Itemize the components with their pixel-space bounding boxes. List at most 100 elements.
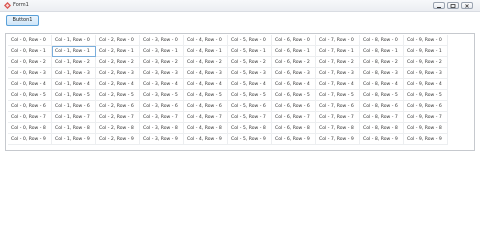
grid-cell[interactable]: Col - 2, Row - 4	[96, 79, 140, 90]
grid-cell[interactable]: Col - 0, Row - 1	[8, 46, 52, 57]
grid-cell[interactable]: Col - 7, Row - 2	[316, 57, 360, 68]
grid-cell[interactable]: Col - 9, Row - 6	[404, 101, 448, 112]
grid-cell[interactable]: Col - 4, Row - 0	[184, 35, 228, 46]
grid-cell[interactable]: Col - 2, Row - 1	[96, 46, 140, 57]
grid-cell[interactable]: Col - 5, Row - 2	[228, 57, 272, 68]
grid-cell[interactable]: Col - 3, Row - 5	[140, 90, 184, 101]
grid-cell[interactable]: Col - 8, Row - 6	[360, 101, 404, 112]
grid-cell[interactable]: Col - 6, Row - 9	[272, 134, 316, 145]
grid-cell[interactable]: Col - 7, Row - 7	[316, 112, 360, 123]
grid-cell[interactable]: Col - 8, Row - 3	[360, 68, 404, 79]
grid-cell[interactable]: Col - 1, Row - 3	[52, 68, 96, 79]
grid-cell[interactable]: Col - 1, Row - 0	[52, 35, 96, 46]
grid-cell[interactable]: Col - 5, Row - 8	[228, 123, 272, 134]
grid-cell[interactable]: Col - 0, Row - 0	[8, 35, 52, 46]
grid-cell[interactable]: Col - 9, Row - 2	[404, 57, 448, 68]
grid-cell[interactable]: Col - 4, Row - 6	[184, 101, 228, 112]
grid-cell[interactable]: Col - 0, Row - 7	[8, 112, 52, 123]
grid-cell[interactable]: Col - 7, Row - 6	[316, 101, 360, 112]
close-button[interactable]	[461, 2, 473, 9]
grid-cell[interactable]: Col - 9, Row - 3	[404, 68, 448, 79]
grid-cell[interactable]: Col - 2, Row - 7	[96, 112, 140, 123]
grid-cell[interactable]: Col - 3, Row - 2	[140, 57, 184, 68]
grid-cell[interactable]: Col - 4, Row - 1	[184, 46, 228, 57]
grid-cell[interactable]: Col - 0, Row - 8	[8, 123, 52, 134]
grid-cell[interactable]: Col - 9, Row - 9	[404, 134, 448, 145]
grid-cell[interactable]: Col - 1, Row - 2	[52, 57, 96, 68]
button1[interactable]: Button1	[6, 15, 39, 26]
grid-cell[interactable]: Col - 7, Row - 4	[316, 79, 360, 90]
grid-cell[interactable]: Col - 1, Row - 7	[52, 112, 96, 123]
grid-cell[interactable]: Col - 3, Row - 6	[140, 101, 184, 112]
grid-cell[interactable]: Col - 5, Row - 7	[228, 112, 272, 123]
grid-cell[interactable]: Col - 2, Row - 2	[96, 57, 140, 68]
grid-cell[interactable]: Col - 1, Row - 6	[52, 101, 96, 112]
grid-cell[interactable]: Col - 3, Row - 4	[140, 79, 184, 90]
grid-cell[interactable]: Col - 3, Row - 0	[140, 35, 184, 46]
grid-cell[interactable]: Col - 5, Row - 3	[228, 68, 272, 79]
grid-cell[interactable]: Col - 9, Row - 0	[404, 35, 448, 46]
grid-cell[interactable]: Col - 5, Row - 9	[228, 134, 272, 145]
grid-cell[interactable]: Col - 8, Row - 7	[360, 112, 404, 123]
grid-cell[interactable]: Col - 9, Row - 5	[404, 90, 448, 101]
grid-cell[interactable]: Col - 2, Row - 6	[96, 101, 140, 112]
grid-cell[interactable]: Col - 1, Row - 5	[52, 90, 96, 101]
maximize-button[interactable]	[447, 2, 459, 9]
grid-cell[interactable]: Col - 1, Row - 4	[52, 79, 96, 90]
grid-cell[interactable]: Col - 5, Row - 4	[228, 79, 272, 90]
grid-cell[interactable]: Col - 0, Row - 6	[8, 101, 52, 112]
grid-cell[interactable]: Col - 8, Row - 5	[360, 90, 404, 101]
data-grid[interactable]: Col - 0, Row - 0 Col - 1, Row - 0 Col - 2,…	[5, 33, 475, 151]
grid-cell[interactable]: Col - 9, Row - 4	[404, 79, 448, 90]
grid-cell[interactable]: Col - 4, Row - 8	[184, 123, 228, 134]
grid-cell[interactable]: Col - 6, Row - 1	[272, 46, 316, 57]
grid-cell[interactable]: Col - 8, Row - 9	[360, 134, 404, 145]
grid-cell[interactable]: Col - 6, Row - 2	[272, 57, 316, 68]
grid-cell[interactable]: Col - 9, Row - 1	[404, 46, 448, 57]
grid-cell[interactable]: Col - 1, Row - 1	[52, 46, 96, 57]
grid-cell[interactable]: Col - 5, Row - 1	[228, 46, 272, 57]
grid-cell[interactable]: Col - 3, Row - 3	[140, 68, 184, 79]
grid-cell[interactable]: Col - 4, Row - 4	[184, 79, 228, 90]
grid-cell[interactable]: Col - 0, Row - 4	[8, 79, 52, 90]
grid-cell[interactable]: Col - 7, Row - 9	[316, 134, 360, 145]
grid-cell[interactable]: Col - 8, Row - 1	[360, 46, 404, 57]
grid-cell[interactable]: Col - 6, Row - 6	[272, 101, 316, 112]
grid-cell[interactable]: Col - 5, Row - 5	[228, 90, 272, 101]
minimize-button[interactable]	[433, 2, 445, 9]
grid-cell[interactable]: Col - 3, Row - 7	[140, 112, 184, 123]
title-bar[interactable]: Form1	[0, 0, 480, 12]
grid-cell[interactable]: Col - 2, Row - 5	[96, 90, 140, 101]
grid-cell[interactable]: Col - 9, Row - 8	[404, 123, 448, 134]
grid-cell[interactable]: Col - 7, Row - 0	[316, 35, 360, 46]
grid-cell[interactable]: Col - 7, Row - 5	[316, 90, 360, 101]
grid-cell[interactable]: Col - 1, Row - 8	[52, 123, 96, 134]
grid-cell[interactable]: Col - 4, Row - 3	[184, 68, 228, 79]
grid-cell[interactable]: Col - 4, Row - 9	[184, 134, 228, 145]
grid-cell[interactable]: Col - 9, Row - 7	[404, 112, 448, 123]
grid-cell[interactable]: Col - 4, Row - 7	[184, 112, 228, 123]
grid-cell[interactable]: Col - 7, Row - 1	[316, 46, 360, 57]
grid-cell[interactable]: Col - 7, Row - 3	[316, 68, 360, 79]
grid-cell[interactable]: Col - 6, Row - 5	[272, 90, 316, 101]
grid-cell[interactable]: Col - 3, Row - 1	[140, 46, 184, 57]
grid-cell[interactable]: Col - 2, Row - 9	[96, 134, 140, 145]
grid-cell[interactable]: Col - 4, Row - 2	[184, 57, 228, 68]
grid-cell[interactable]: Col - 8, Row - 0	[360, 35, 404, 46]
grid-cell[interactable]: Col - 0, Row - 5	[8, 90, 52, 101]
grid-cell[interactable]: Col - 7, Row - 8	[316, 123, 360, 134]
grid-cell[interactable]: Col - 2, Row - 0	[96, 35, 140, 46]
grid-cell[interactable]: Col - 6, Row - 4	[272, 79, 316, 90]
grid-cell[interactable]: Col - 8, Row - 4	[360, 79, 404, 90]
grid-cell[interactable]: Col - 0, Row - 2	[8, 57, 52, 68]
grid-cell[interactable]: Col - 2, Row - 3	[96, 68, 140, 79]
grid-cell[interactable]: Col - 5, Row - 0	[228, 35, 272, 46]
grid-cell[interactable]: Col - 1, Row - 9	[52, 134, 96, 145]
grid-cell[interactable]: Col - 6, Row - 8	[272, 123, 316, 134]
grid-cell[interactable]: Col - 5, Row - 6	[228, 101, 272, 112]
grid-cell[interactable]: Col - 8, Row - 8	[360, 123, 404, 134]
grid-cell[interactable]: Col - 3, Row - 8	[140, 123, 184, 134]
grid-cell[interactable]: Col - 8, Row - 2	[360, 57, 404, 68]
grid-cell[interactable]: Col - 6, Row - 7	[272, 112, 316, 123]
grid-cell[interactable]: Col - 3, Row - 9	[140, 134, 184, 145]
